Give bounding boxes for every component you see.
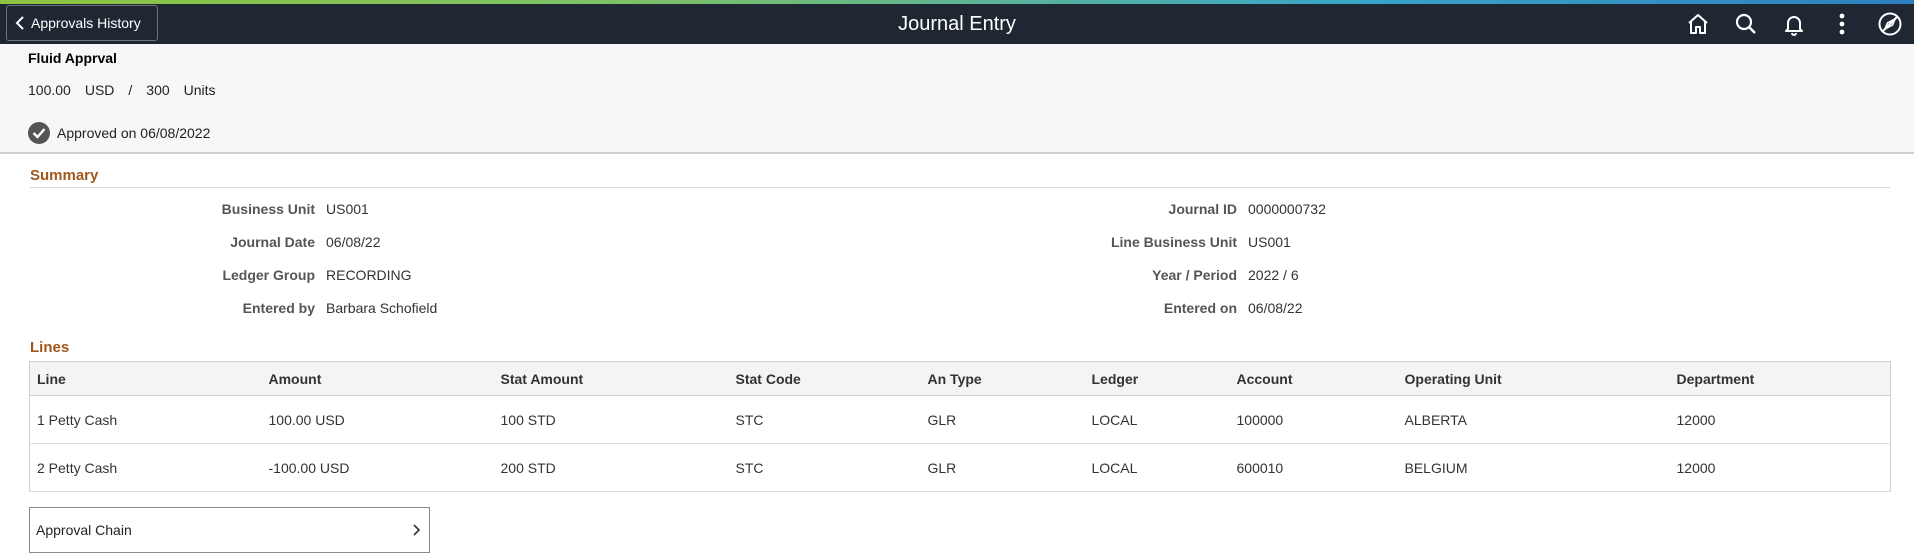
column-header: Stat Amount	[493, 361, 729, 396]
field-value: 06/08/22	[326, 234, 381, 250]
table-cell: LOCAL	[1084, 395, 1230, 444]
table-cell: 100.00 USD	[261, 395, 494, 444]
field-value: Barbara Schofield	[326, 300, 438, 316]
table-cell: 1 Petty Cash	[29, 395, 262, 444]
table-cell: 600010	[1229, 443, 1398, 492]
chevron-right-icon	[413, 524, 421, 536]
more-options-icon[interactable]	[1818, 4, 1866, 44]
notification-bell-icon[interactable]	[1770, 4, 1818, 44]
column-header: Ledger	[1084, 361, 1230, 396]
table-cell: LOCAL	[1084, 443, 1230, 492]
table-cell: GLR	[920, 443, 1085, 492]
field-label: Journal Date	[230, 234, 315, 250]
amount-separator: /	[128, 82, 133, 98]
field-value: 06/08/22	[1248, 300, 1303, 316]
table-cell: 100 STD	[493, 395, 729, 444]
field-label: Business Unit	[221, 201, 315, 217]
quantity-unit: Units	[183, 82, 216, 98]
column-header: Account	[1229, 361, 1398, 396]
lines-section-title: Lines	[30, 339, 70, 356]
approval-status-text: Approved on 06/08/2022	[57, 125, 211, 141]
field-value: 2022 / 6	[1248, 267, 1299, 283]
summary-divider	[30, 187, 1890, 188]
table-cell: 100000	[1229, 395, 1398, 444]
column-header: Operating Unit	[1397, 361, 1670, 396]
table-row[interactable]: 2 Petty Cash -100.00 USD 200 STD STC GLR…	[29, 443, 1891, 492]
field-ledger-group: Ledger Group RECORDING	[26, 267, 412, 283]
table-row[interactable]: 1 Petty Cash 100.00 USD 100 STD STC GLR …	[29, 395, 1891, 444]
back-button[interactable]: Approvals History	[6, 5, 158, 41]
table-cell: STC	[728, 443, 921, 492]
approval-header-panel: Fluid Apprval 100.00 USD / 300 Units Approve…	[0, 44, 1914, 154]
field-year-period: Year / Period 2022 / 6	[948, 267, 1299, 283]
search-icon[interactable]	[1722, 4, 1770, 44]
approval-amounts: 100.00 USD / 300 Units	[28, 82, 230, 98]
lines-table: Line Amount Stat Amount Stat Code An Typ…	[29, 361, 1891, 492]
field-label: Year / Period	[1152, 267, 1237, 283]
column-header: Amount	[261, 361, 494, 396]
table-header-row: Line Amount Stat Amount Stat Code An Typ…	[29, 361, 1891, 396]
column-header: An Type	[920, 361, 1085, 396]
field-label: Entered by	[242, 300, 315, 316]
table-cell: BELGIUM	[1397, 443, 1670, 492]
field-label: Line Business Unit	[1110, 234, 1237, 250]
table-cell: -100.00 USD	[261, 443, 494, 492]
chevron-left-icon	[15, 16, 24, 30]
field-label: Entered on	[1163, 300, 1237, 316]
table-cell: ALBERTA	[1397, 395, 1670, 444]
back-button-label: Approvals History	[31, 15, 141, 31]
field-value: US001	[326, 201, 369, 217]
approved-check-icon	[28, 122, 50, 144]
field-journal-id: Journal ID 0000000732	[948, 201, 1326, 217]
quantity-value: 300	[146, 82, 170, 98]
field-entered-on: Entered on 06/08/22	[948, 300, 1303, 316]
field-label: Ledger Group	[222, 267, 315, 283]
table-cell: 200 STD	[493, 443, 729, 492]
summary-section-title: Summary	[30, 167, 99, 184]
table-cell: STC	[728, 395, 921, 444]
column-header: Department	[1669, 361, 1891, 396]
field-line-business-unit: Line Business Unit US001	[948, 234, 1291, 250]
column-header: Stat Code	[728, 361, 921, 396]
column-header: Line	[29, 361, 262, 396]
table-cell: 2 Petty Cash	[29, 443, 262, 492]
field-entered-by: Entered by Barbara Schofield	[26, 300, 438, 316]
approval-chain-button[interactable]: Approval Chain	[29, 507, 430, 553]
approval-title: Fluid Apprval	[28, 50, 117, 66]
field-value: US001	[1248, 234, 1291, 250]
top-navigation-bar: Approvals History Journal Entry	[0, 4, 1914, 44]
field-label: Journal ID	[1168, 201, 1237, 217]
field-value: RECORDING	[326, 267, 412, 283]
home-icon[interactable]	[1674, 4, 1722, 44]
table-cell: GLR	[920, 395, 1085, 444]
field-journal-date: Journal Date 06/08/22	[26, 234, 381, 250]
currency-code: USD	[84, 82, 115, 98]
approval-status: Approved on 06/08/2022	[28, 122, 210, 144]
field-value: 0000000732	[1248, 201, 1326, 217]
approval-chain-label: Approval Chain	[36, 522, 132, 538]
amount-value: 100.00	[28, 82, 71, 98]
field-business-unit: Business Unit US001	[26, 201, 369, 217]
page-title: Journal Entry	[898, 13, 1016, 35]
table-cell: 12000	[1669, 395, 1891, 444]
table-cell: 12000	[1669, 443, 1891, 492]
navbar-compass-icon[interactable]	[1866, 4, 1914, 44]
